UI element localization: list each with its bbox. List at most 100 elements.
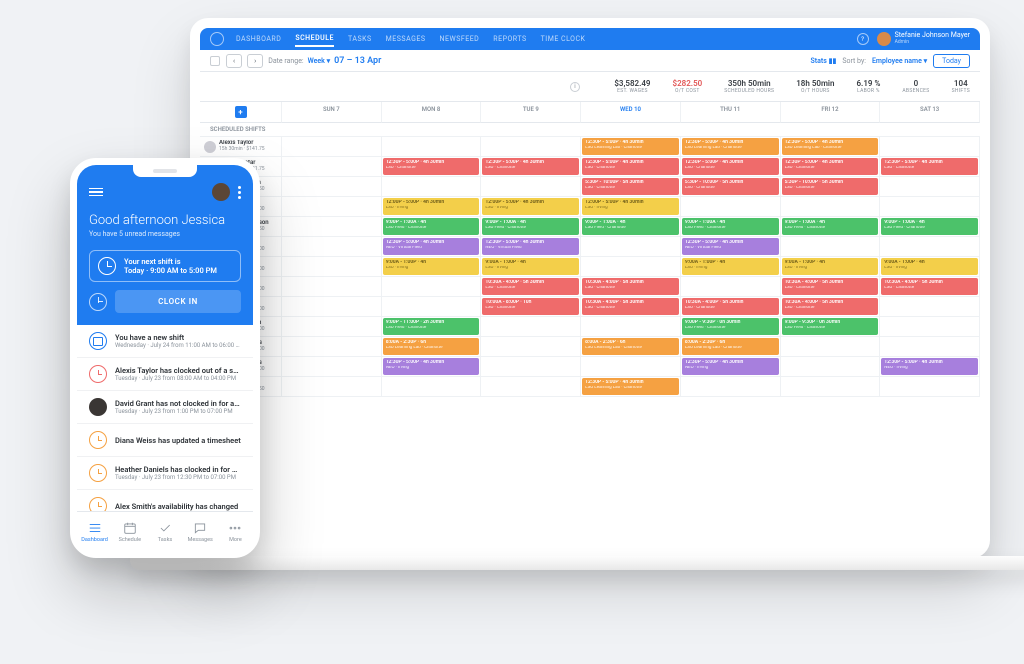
shift-block[interactable]: 12:30P - 5:00P · 4h 30minNEO · Virtual F… [682,238,779,255]
select-all-checkbox[interactable] [210,56,220,66]
shift-block[interactable]: 9:00P - 1:00A · 4hLSU Field · Charlotte [782,218,879,235]
schedule-cell[interactable]: 9:00P - 1:00A · 4hLSU Field · Charlotte [781,217,881,237]
shift-block[interactable]: 10:30A - 4:00P · 5h 30minLSU · Charlotte [782,278,879,295]
shift-block[interactable]: 9:00A - 1:00P · 4hLSU · Irving [482,258,579,275]
sort-selector[interactable]: Employee name ▾ [872,57,927,65]
shift-block[interactable]: 9:00P - 9:30P · 0h 30minLSU Field · Char… [782,318,879,335]
schedule-cell[interactable] [781,337,881,357]
schedule-cell[interactable]: 12:30P - 5:00P · 4h 30minLSU · Charlotte [581,157,681,177]
schedule-cell[interactable] [282,357,382,377]
schedule-cell[interactable] [382,297,482,317]
schedule-cell[interactable] [282,377,382,397]
schedule-cell[interactable] [382,137,482,157]
shift-block[interactable]: 10:30A - 4:00P · 5h 30minLSU · Charlotte [582,298,679,315]
shift-block[interactable]: 9:00A - 1:00P · 4hLSU · Irving [881,258,978,275]
schedule-cell[interactable] [481,137,581,157]
stats-toggle[interactable]: Stats ▮▮ [811,57,837,65]
schedule-cell[interactable]: 12:30P - 5:00P · 4h 30minLSU · Charlotte [880,157,980,177]
shift-block[interactable]: 8:00A - 2:30P · 6hLSU Learning Lab · Cha… [383,338,480,355]
schedule-cell[interactable]: 12:30P - 5:00P · 4h 30minNEO · Irving [880,357,980,377]
tab-tasks[interactable]: Tasks [147,512,182,551]
feed-item[interactable]: David Grant has not clocked in for a shi… [77,391,253,424]
info-icon[interactable]: i [570,82,580,92]
day-header[interactable]: SUN 7 [282,102,382,123]
schedule-cell[interactable]: 12:30P - 5:00P · 4h 30minNEO · Virtual F… [681,237,781,257]
nav-tab-dashboard[interactable]: DASHBOARD [236,35,281,43]
shift-block[interactable]: 12:30P - 5:00P · 4h 30minLSU · Charlotte [383,158,480,175]
schedule-cell[interactable]: 12:30P - 5:00P · 4h 30minLSU · Charlotte [481,157,581,177]
schedule-cell[interactable] [681,377,781,397]
schedule-cell[interactable]: 10:00A - 8:00P · 10hLSU · Charlotte [481,297,581,317]
shift-block[interactable]: 10:30A - 4:00P · 5h 30minLSU · Charlotte [782,298,879,315]
shift-block[interactable]: 5:30P - 10:00P · 5h 30minLSU · Charlotte [682,178,779,195]
nav-next-button[interactable]: › [247,54,263,68]
user-menu[interactable]: Stefanie Johnson Mayer Admin [877,32,970,46]
schedule-cell[interactable] [781,377,881,397]
shift-block[interactable]: 10:30A - 4:00P · 5h 30minLSU · Charlotte [482,278,579,295]
schedule-cell[interactable] [382,177,482,197]
schedule-cell[interactable]: 12:30P - 5:00P · 4h 30minNEO · Irving [681,357,781,377]
feed-item[interactable]: Diana Weiss has updated a timesheet [77,424,253,457]
schedule-cell[interactable] [880,197,980,217]
shift-block[interactable]: 9:00A - 1:00P · 4hLSU · Irving [682,258,779,275]
schedule-cell[interactable] [781,197,881,217]
schedule-cell[interactable] [681,277,781,297]
feed-item[interactable]: You have a new shiftWednesday · July 24 … [77,325,253,358]
schedule-cell[interactable] [282,297,382,317]
shift-block[interactable]: 12:30P - 5:00P · 4h 30minNEO · Irving [682,358,779,375]
schedule-cell[interactable] [581,317,681,337]
schedule-cell[interactable]: 10:30A - 4:00P · 5h 30minLSU · Charlotte [481,277,581,297]
schedule-cell[interactable] [382,277,482,297]
schedule-cell[interactable]: 12:30P - 5:00P · 4h 30minLSU Learning La… [681,137,781,157]
schedule-cell[interactable]: 12:30P - 5:00P · 4h 30minNEO · Irving [382,357,482,377]
shift-block[interactable]: 5:30P - 10:00P · 5h 30minLSU · Charlotte [782,178,879,195]
shift-block[interactable]: 5:30P - 10:00P · 5h 30minLSU · Charlotte [582,178,679,195]
schedule-cell[interactable] [481,317,581,337]
next-shift-card[interactable]: Your next shift is Today · 9:00 AM to 5:… [89,250,241,282]
shift-block[interactable]: 12:30P - 5:00P · 4h 30minLSU Learning La… [582,138,679,155]
schedule-cell[interactable]: 12:30P - 5:00P · 4h 30minLSU Learning La… [781,137,881,157]
shift-block[interactable]: 8:00A - 2:30P · 6hLSU Learning Lab · Cha… [582,338,679,355]
schedule-cell[interactable] [880,377,980,397]
shift-block[interactable]: 12:30P - 5:00P · 4h 30minLSU · Charlotte [482,158,579,175]
schedule-cell[interactable] [880,317,980,337]
shift-block[interactable]: 9:00P - 1:00A · 4hLSU Field · Charlotte [383,218,480,235]
shift-block[interactable]: 12:30P - 5:00P · 4h 30minLSU · Charlotte [582,158,679,175]
feed-item[interactable]: Alexis Taylor has clocked out of a shift… [77,358,253,391]
shift-block[interactable]: 12:30P - 5:00P · 4h 30minLSU Learning La… [582,378,679,395]
day-header[interactable]: TUE 9 [481,102,581,123]
shift-block[interactable]: 9:00P - 1:00A · 4hLSU Field · Charlotte [482,218,579,235]
schedule-cell[interactable]: 9:00A - 1:00P · 4hLSU · Irving [880,257,980,277]
shift-block[interactable]: 12:00P - 5:00P · 4h 30minLSU · Irving [482,198,579,215]
schedule-cell[interactable] [781,237,881,257]
schedule-cell[interactable]: 9:00P - 9:30P · 0h 30minLSU Field · Char… [681,317,781,337]
schedule-cell[interactable] [880,237,980,257]
schedule-cell[interactable]: 10:30A - 4:00P · 5h 30minLSU · Charlotte [681,297,781,317]
nav-tab-timeclock[interactable]: TIME CLOCK [541,35,586,43]
schedule-cell[interactable] [282,337,382,357]
schedule-cell[interactable]: 12:30P - 5:00P · 4h 30minNEO · Virtual F… [481,237,581,257]
day-header[interactable]: FRI 12 [781,102,881,123]
more-icon[interactable] [238,186,241,199]
schedule-cell[interactable] [880,337,980,357]
schedule-cell[interactable] [481,337,581,357]
shift-block[interactable]: 12:30P - 5:00P · 4h 30minNEO · Irving [383,358,480,375]
schedule-cell[interactable] [581,257,681,277]
schedule-cell[interactable]: 9:00A - 1:00P · 4hLSU · Irving [481,257,581,277]
menu-icon[interactable] [89,188,103,197]
schedule-cell[interactable]: 5:30P - 10:00P · 5h 30minLSU · Charlotte [681,177,781,197]
schedule-cell[interactable]: 8:00A - 2:30P · 6hLSU Learning Lab · Cha… [681,337,781,357]
schedule-cell[interactable] [781,357,881,377]
shift-block[interactable]: 10:00A - 8:00P · 10hLSU · Charlotte [482,298,579,315]
schedule-cell[interactable] [282,217,382,237]
nav-tab-schedule[interactable]: SCHEDULE [295,34,334,47]
schedule-cell[interactable] [282,277,382,297]
schedule-cell[interactable]: 9:00A - 1:00P · 4hLSU · Irving [781,257,881,277]
shift-block[interactable]: 10:30A - 4:00P · 5h 30minLSU · Charlotte [881,278,978,295]
schedule-cell[interactable]: 12:30P - 5:00P · 4h 30minLSU Learning La… [581,377,681,397]
schedule-cell[interactable]: 12:00P - 5:00P · 4h 30minLSU · Irving [581,197,681,217]
tab-dashboard[interactable]: Dashboard [77,512,112,551]
schedule-cell[interactable]: 10:30A - 4:00P · 5h 30minLSU · Charlotte [581,297,681,317]
schedule-cell[interactable]: 10:30A - 4:00P · 5h 30minLSU · Charlotte [781,297,881,317]
shift-block[interactable]: 9:00P - 1:00A · 4hLSU Field · Charlotte [582,218,679,235]
